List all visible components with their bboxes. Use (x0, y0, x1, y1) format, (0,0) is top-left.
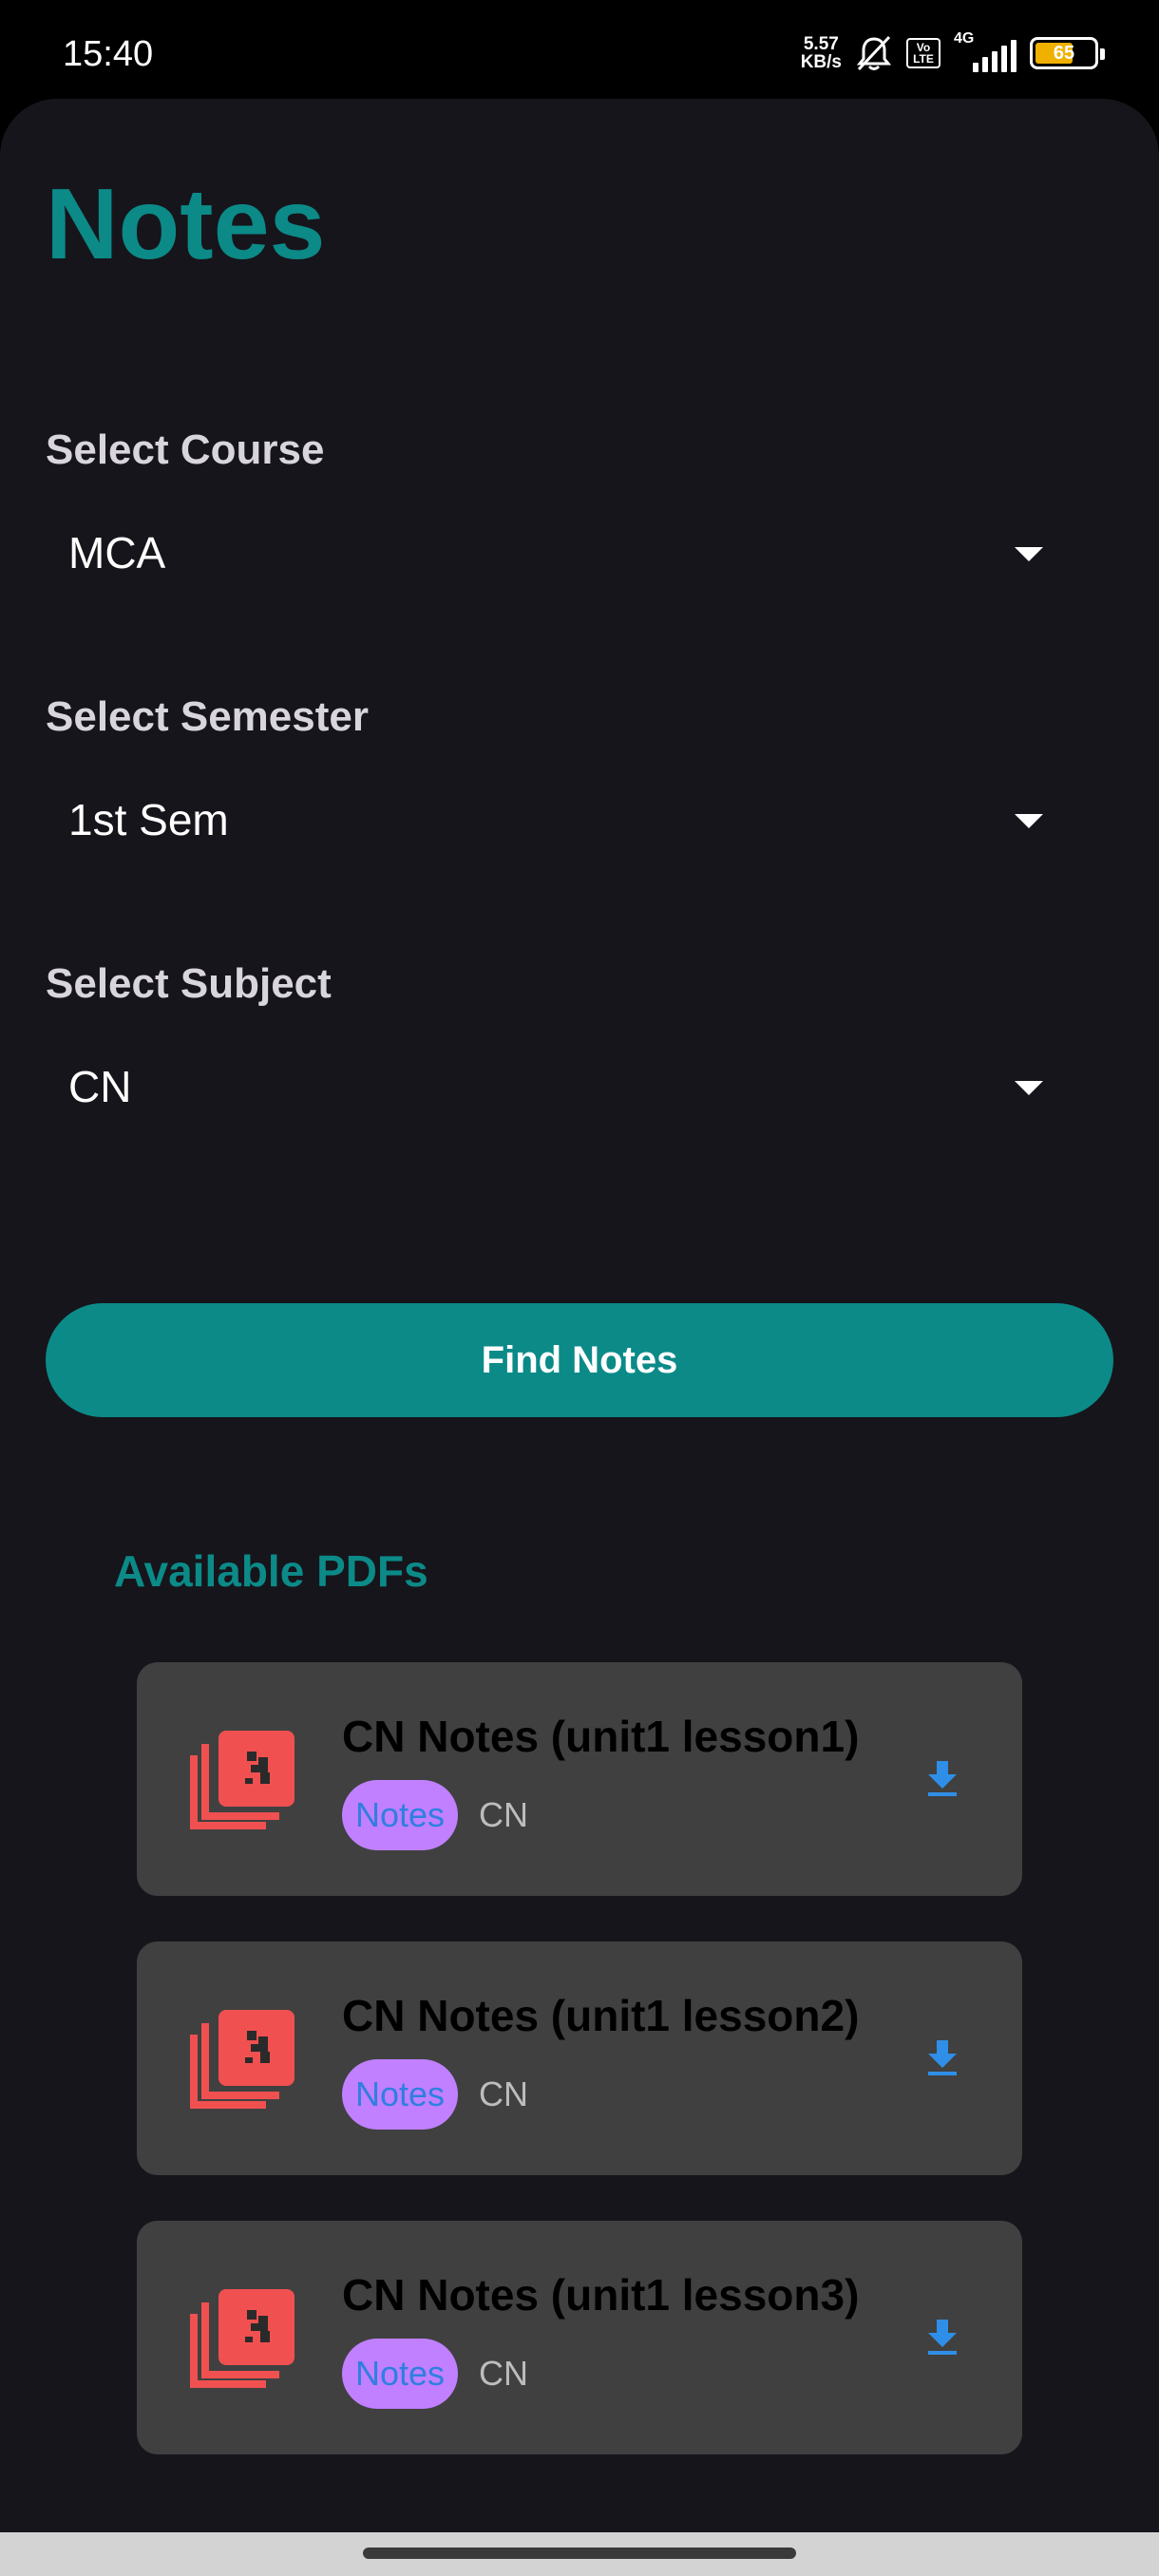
status-icons: 5.57 KB/s Vo LTE 4G 65 (801, 28, 1105, 78)
signal-bar (982, 57, 988, 72)
network-speed: 5.57 KB/s (801, 35, 842, 71)
semester-label: Select Semester (46, 693, 369, 740)
pdf-title: CN Notes (unit1 lesson1) (342, 1712, 860, 1761)
pdf-card[interactable]: CN Notes (unit1 lesson3) Notes CN (137, 2221, 1022, 2454)
signal-bar (992, 51, 998, 72)
home-gesture-handle[interactable] (363, 2548, 796, 2559)
semester-dropdown[interactable]: 1st Sem (46, 774, 1072, 865)
download-icon[interactable] (920, 2314, 965, 2359)
pdf-card[interactable]: CN Notes (unit1 lesson2) Notes CN (137, 1941, 1022, 2175)
signal-icon: 4G (954, 30, 1016, 72)
subject-value: CN (68, 1062, 132, 1111)
status-bar: 15:40 5.57 KB/s Vo LTE 4G 65 (0, 0, 1159, 99)
network-type: 4G (954, 30, 975, 47)
volte-line2: LTE (913, 52, 934, 66)
pdf-file-icon (190, 1731, 296, 1829)
find-notes-button[interactable]: Find Notes (46, 1303, 1113, 1417)
battery-icon: 65 (1030, 37, 1105, 69)
battery-tip (1100, 48, 1105, 60)
network-speed-unit: KB/s (800, 52, 842, 72)
gesture-nav-area (0, 2532, 1159, 2576)
pdf-subject: CN (479, 1795, 528, 1834)
pdf-subject: CN (479, 2074, 528, 2113)
pdf-card[interactable]: CN Notes (unit1 lesson1) Notes CN (137, 1662, 1022, 1896)
subject-label: Select Subject (46, 960, 332, 1007)
pdf-title: CN Notes (unit1 lesson2) (342, 1991, 860, 2040)
volte-icon: Vo LTE (906, 38, 940, 68)
pdf-subject: CN (479, 2354, 528, 2393)
caret-down-icon (1015, 814, 1043, 828)
download-icon[interactable] (920, 2035, 965, 2080)
app-surface: Notes Select Course MCA Select Semester … (0, 99, 1159, 2532)
battery-level-text: 65 (1053, 42, 1075, 64)
pdf-type-tag: Notes (342, 1780, 459, 1850)
mute-bell-icon (855, 33, 893, 73)
pdf-type-tag: Notes (342, 2059, 459, 2130)
signal-bar (1001, 46, 1007, 72)
signal-bar (1011, 40, 1016, 72)
signal-bar (973, 63, 978, 72)
caret-down-icon (1015, 1081, 1043, 1095)
pdf-title: CN Notes (unit1 lesson3) (342, 2270, 860, 2320)
available-pdfs-heading: Available PDFs (114, 1546, 428, 1596)
caret-down-icon (1015, 547, 1043, 561)
course-value: MCA (68, 528, 166, 578)
status-time: 15:40 (63, 34, 154, 74)
pdf-file-icon (190, 2010, 296, 2109)
network-speed-value: 5.57 (803, 34, 839, 54)
download-icon[interactable] (920, 1755, 965, 1801)
pdf-file-icon (190, 2289, 296, 2388)
page-title: Notes (46, 168, 326, 280)
course-label: Select Course (46, 426, 325, 473)
course-dropdown[interactable]: MCA (46, 507, 1072, 598)
subject-dropdown[interactable]: CN (46, 1041, 1072, 1132)
pdf-type-tag: Notes (342, 2339, 459, 2409)
semester-value: 1st Sem (68, 795, 229, 844)
